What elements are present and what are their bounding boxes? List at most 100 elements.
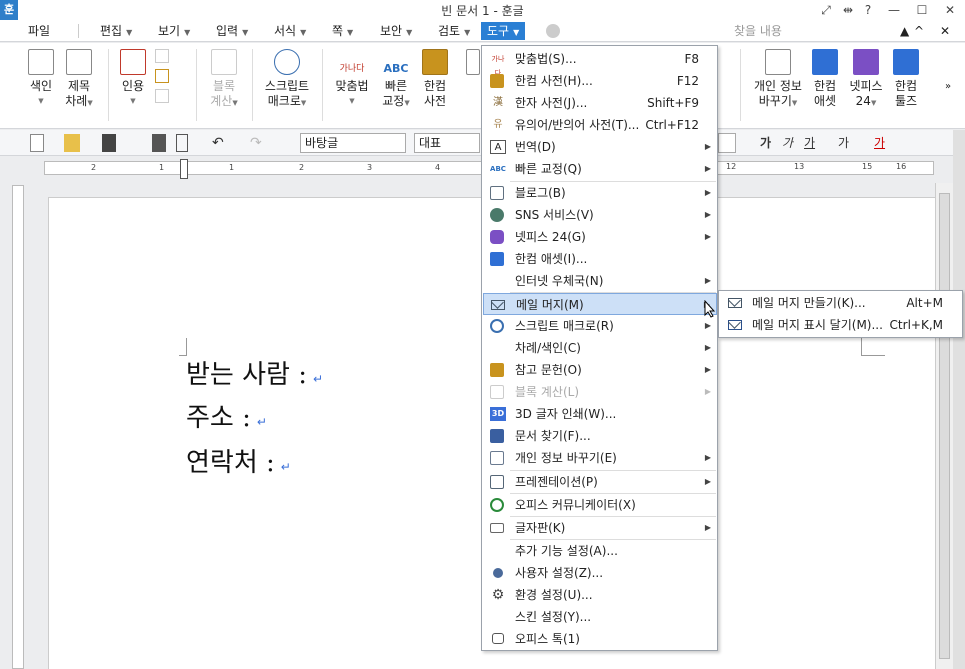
ribbon-translate-button-partial[interactable] (466, 49, 480, 79)
ribbon-privacy-button[interactable]: 개인 정보 바꾸기▼ (752, 49, 804, 111)
close-button[interactable]: ✕ (940, 1, 960, 19)
menu-item-skin[interactable]: 스킨 설정(Y)... (483, 606, 717, 628)
menu-item-blog[interactable]: 블로그(B) ▶ (483, 182, 717, 204)
menu-item-spellcheck[interactable]: 가나다 맞춤법(S)... F8 (483, 48, 717, 77)
menu-item-asset[interactable]: 한컴 애셋(I)... (483, 248, 717, 270)
preview-icon[interactable] (176, 134, 188, 152)
tools-icon (893, 49, 919, 75)
indent-marker[interactable] (180, 159, 188, 179)
cloud-icon[interactable] (546, 24, 560, 38)
menu-item-toc-index[interactable]: 차례/색인(C) ▶ (483, 337, 717, 359)
tools-dropdown-menu: 가나다 맞춤법(S)... F8 한컴 사전(H)... F12 漢 한자 사전(J).… (481, 45, 718, 651)
quick-correct-icon: ABC (490, 165, 506, 173)
menu-item-preferences[interactable]: ⚙ 환경 설정(U)... (483, 584, 717, 606)
ribbon-hancom-dict-button[interactable]: 한컴 사전 (420, 49, 450, 109)
menu-bar: 파일 편집 ▼ 보기 ▼ 입력 ▼ 서식 ▼ 쪽 ▼ 보안 ▼ 검토 ▼ 도구 ▼ 찾을 내용 … (0, 20, 965, 42)
underline-button[interactable]: 가 (804, 134, 815, 152)
menu-item-translate[interactable]: A 번역(D) ▶ (483, 136, 717, 158)
maximize-button[interactable]: ☐ (912, 1, 932, 19)
menu-insert[interactable]: 입력 ▼ (216, 22, 248, 40)
menu-item-references[interactable]: 참고 문헌(O) ▶ (483, 359, 717, 381)
search-prev-button[interactable]: ▲ (900, 22, 909, 40)
ribbon-block-calc-button[interactable]: 블록 계산▼ (208, 49, 240, 111)
quick-correct-icon: ABC (383, 62, 409, 75)
close-doc-button[interactable]: ✕ (940, 22, 950, 40)
menu-item-sns[interactable]: SNS 서비스(V) ▶ (483, 204, 717, 226)
ribbon-quick-correct-button[interactable]: ABC 빠른 교정▼ (380, 49, 412, 111)
italic-button[interactable]: 가 (782, 134, 793, 152)
binoculars-icon (490, 429, 506, 443)
minimize-button[interactable]: — (884, 1, 904, 19)
fit-width-button[interactable]: ⇹ (838, 1, 858, 19)
help-button[interactable]: ? (858, 1, 878, 19)
print-icon[interactable] (152, 134, 166, 152)
ribbon-netffice-button[interactable]: 넷피스 24▼ (848, 49, 884, 111)
menu-item-keyboard[interactable]: 글자판(K) ▶ (483, 517, 717, 539)
translate-icon: A (490, 140, 506, 154)
menu-view[interactable]: 보기 ▼ (158, 22, 190, 40)
menu-item-3d-print[interactable]: 3D 3D 글자 인쇄(W)... (483, 403, 717, 425)
menu-format[interactable]: 서식 ▼ (274, 22, 306, 40)
scrollbar-thumb[interactable] (939, 193, 950, 659)
doc-line-contact[interactable]: 연락처 : ↵ (186, 442, 291, 479)
menu-security[interactable]: 보안 ▼ (380, 22, 412, 40)
vertical-ruler[interactable] (0, 157, 30, 669)
menu-item-netffice[interactable]: 넷피스 24(G) ▶ (483, 226, 717, 248)
doc-line-address[interactable]: 주소 : ↵ (186, 397, 267, 434)
search-input[interactable]: 찾을 내용 (734, 22, 904, 40)
ribbon-spellcheck-button[interactable]: 가나다 맞춤법 ▼ (334, 49, 370, 109)
submenu-item-mark-mail-merge[interactable]: 메일 머지 표시 달기(M)... Ctrl+K,M (720, 314, 961, 336)
undo-icon[interactable]: ↶ (212, 134, 224, 152)
fullscreen-button[interactable]: ⤢ (816, 1, 836, 19)
ribbon-toc-button[interactable]: 제목 차례▼ (64, 49, 94, 111)
menu-item-thesaurus[interactable]: 유 유의어/반의어 사전(T)... Ctrl+F12 (483, 114, 717, 136)
save-icon[interactable] (102, 134, 116, 152)
menu-item-presentation[interactable]: 프레젠테이션(P) ▶ (483, 471, 717, 493)
collapse-ribbon-button[interactable]: ^ (914, 22, 924, 40)
menu-item-mail-merge[interactable]: 메일 머지(M)▶ (483, 293, 717, 315)
ribbon-script-macro-button[interactable]: 스크립트 매크로▼ (262, 49, 312, 111)
doc-line-recipient[interactable]: 받는 사람 : ↵ (186, 354, 323, 391)
menu-page[interactable]: 쪽 ▼ (332, 22, 353, 40)
menu-item-doc-find[interactable]: 문서 찾기(F)... (483, 425, 717, 447)
menu-review[interactable]: 검토 ▼ (438, 22, 470, 40)
block-calc-icon (490, 385, 506, 399)
ribbon-index-button[interactable]: 색인 ▼ (26, 49, 56, 109)
ribbon-asset-button[interactable]: 한컴 애셋 (810, 49, 840, 109)
menu-file[interactable]: 파일 (28, 22, 50, 40)
ribbon-more-button[interactable]: » (940, 79, 956, 94)
mail-mark-icon (728, 318, 744, 332)
sns-icon (490, 208, 506, 222)
menu-item-block-calc[interactable]: 블록 계산(L) ▶ (483, 381, 717, 403)
ribbon-tools-button[interactable]: 한컴 툴즈 (890, 49, 922, 109)
script-macro-icon (274, 49, 300, 75)
font-lang-select[interactable]: 대표 (414, 133, 480, 153)
open-folder-icon[interactable] (64, 134, 80, 152)
menu-item-quick-correct[interactable]: ABC 빠른 교정(Q) ▶ (483, 158, 717, 180)
menu-item-script-macro[interactable]: 스크립트 매크로(R) ▶ (483, 315, 717, 337)
menu-item-hancom-dict[interactable]: 한컴 사전(H)... F12 (483, 70, 717, 92)
new-doc-icon[interactable] (30, 134, 44, 152)
menu-item-communicator[interactable]: 오피스 커뮤니케이터(X) (483, 494, 717, 516)
font-size-stepper[interactable] (718, 133, 736, 153)
menu-item-hanja-dict[interactable]: 漢 한자 사전(J)... Shift+F9 (483, 92, 717, 114)
ribbon-citation-small-buttons[interactable] (155, 49, 171, 103)
ribbon-citation-button[interactable]: 인용 ▼ (118, 49, 148, 109)
menu-item-internet-post[interactable]: 인터넷 우체국(N) ▶ (483, 270, 717, 292)
strike-button[interactable]: 가 (838, 134, 849, 152)
menu-item-privacy[interactable]: 개인 정보 바꾸기(E) ▶ (483, 447, 717, 469)
style-select[interactable]: 바탕글 (300, 133, 406, 153)
mail-icon (728, 296, 744, 310)
menu-item-user-settings[interactable]: 사용자 설정(Z)... (483, 562, 717, 584)
font-color-button[interactable]: 가 (874, 134, 885, 152)
bold-button[interactable]: 가 (760, 134, 771, 152)
redo-icon[interactable]: ↷ (250, 134, 262, 152)
citation-icon (120, 49, 146, 75)
submenu-item-create-mail-merge[interactable]: 메일 머지 만들기(K)... Alt+M (720, 292, 961, 314)
menu-item-office-talk[interactable]: 오피스 톡(1) (483, 628, 717, 650)
menu-item-addins[interactable]: 추가 기능 설정(A)... (483, 540, 717, 562)
asset-icon (490, 252, 506, 266)
menu-tools[interactable]: 도구 ▼ (481, 22, 526, 40)
vertical-scrollbar[interactable] (935, 183, 953, 669)
menu-edit[interactable]: 편집 ▼ (100, 22, 132, 40)
